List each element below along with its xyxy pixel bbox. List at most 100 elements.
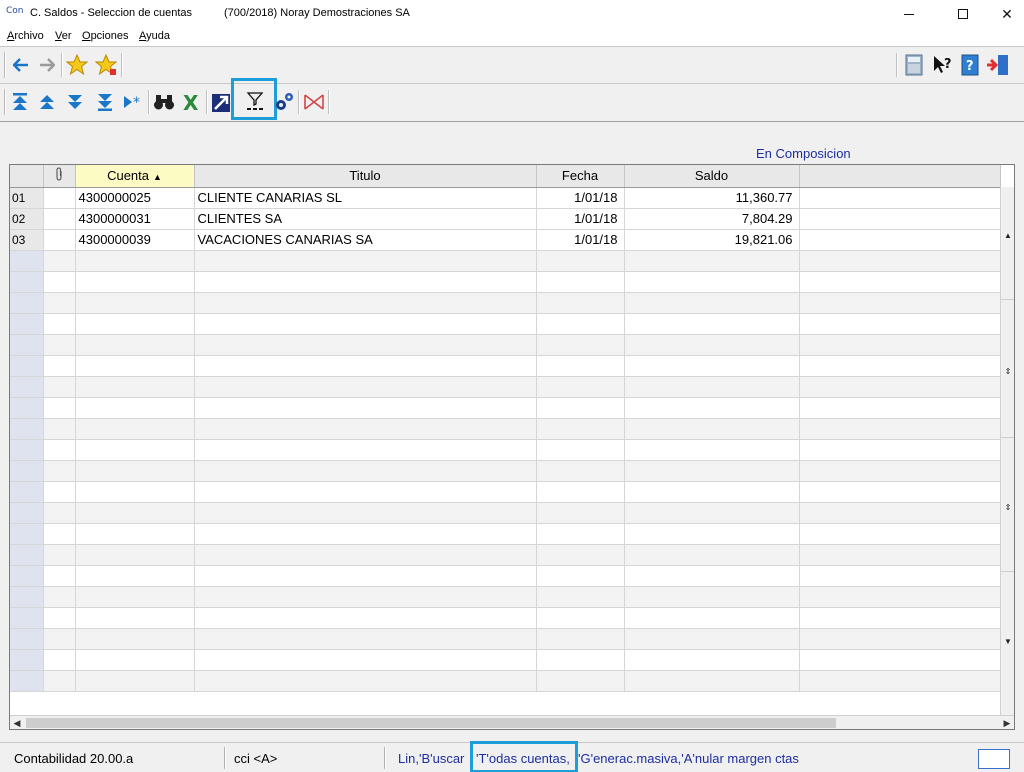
blank-cell[interactable] [799,334,1001,356]
saldo-cell[interactable]: 7,804.29 [624,208,800,230]
blank-cell[interactable] [799,481,1001,503]
blank-cell[interactable] [799,397,1001,419]
table-row[interactable] [10,460,1001,482]
column-header-titulo[interactable]: Titulo [194,165,537,188]
cuenta-cell[interactable]: 4300000031 [75,208,195,230]
table-row[interactable]: 01 4300000025 CLIENTE CANARIAS SL 1/01/18 11… [10,187,1001,209]
blank-cell[interactable] [799,565,1001,587]
blank-cell[interactable] [799,313,1001,335]
titulo-cell[interactable] [194,355,537,377]
row-number-cell[interactable] [10,523,44,545]
fecha-cell[interactable] [536,481,625,503]
excel-export-button[interactable]: X [181,90,205,114]
table-row[interactable] [10,292,1001,314]
fecha-cell[interactable] [536,523,625,545]
attachment-cell[interactable] [43,607,76,629]
row-number-cell[interactable]: 03 [10,229,44,251]
cuenta-cell[interactable] [75,670,195,692]
cuenta-cell[interactable] [75,649,195,671]
titulo-cell[interactable] [194,418,537,440]
attachment-cell[interactable] [43,649,76,671]
table-row[interactable] [10,523,1001,545]
forward-button[interactable] [35,53,59,77]
calculator-button[interactable] [902,53,926,77]
row-number-cell[interactable] [10,670,44,692]
blank-cell[interactable] [799,187,1001,209]
row-number-cell[interactable] [10,586,44,608]
saldo-cell[interactable]: 19,821.06 [624,229,800,251]
titulo-cell[interactable] [194,313,537,335]
menu-ayuda[interactable]: Ayuda [139,30,170,42]
accounts-grid[interactable]: Cuenta ▲ Titulo Fecha Saldo 01 4300000025 C… [9,164,1015,730]
row-number-cell[interactable] [10,334,44,356]
attachment-cell[interactable] [43,544,76,566]
saldo-cell[interactable]: 11,360.77 [624,187,800,209]
cuenta-cell[interactable] [75,586,195,608]
fecha-cell[interactable] [536,670,625,692]
vertical-scrollbar[interactable]: ▲ ⇕ ⇕ ▼ [1000,187,1014,715]
scroll-page-down-icon[interactable]: ⇕ [1001,503,1014,512]
cuenta-cell[interactable] [75,376,195,398]
find-button[interactable] [152,90,176,114]
blank-cell[interactable] [799,271,1001,293]
table-row[interactable] [10,271,1001,293]
attachment-cell[interactable] [43,586,76,608]
table-row[interactable] [10,649,1001,671]
cuenta-cell[interactable] [75,439,195,461]
saldo-cell[interactable] [624,628,800,650]
saldo-cell[interactable] [624,292,800,314]
blank-cell[interactable] [799,208,1001,230]
scroll-down-icon[interactable]: ▼ [1001,637,1014,646]
settings-button[interactable] [272,90,296,114]
minimize-button[interactable] [886,0,932,28]
table-row[interactable] [10,544,1001,566]
attachment-cell[interactable] [43,376,76,398]
attachment-cell[interactable] [43,439,76,461]
blank-cell[interactable] [799,649,1001,671]
help-manual-button[interactable]: ? [958,53,982,77]
table-row[interactable]: 02 4300000031 CLIENTES SA 1/01/18 7,804.29 [10,208,1001,230]
last-record-button[interactable] [93,90,117,114]
context-help-button[interactable]: ? [930,53,954,77]
close-button[interactable]: ✕ [984,0,1024,28]
titulo-cell[interactable] [194,628,537,650]
insert-record-button[interactable]: * [121,90,145,114]
horizontal-scrollbar[interactable]: ◀ ▶ [10,715,1014,729]
blank-cell[interactable] [799,460,1001,482]
fecha-cell[interactable] [536,565,625,587]
titulo-cell[interactable]: CLIENTES SA [194,208,537,230]
row-number-cell[interactable] [10,439,44,461]
fecha-cell[interactable]: 1/01/18 [536,229,625,251]
cuenta-cell[interactable] [75,418,195,440]
row-number-cell[interactable] [10,628,44,650]
row-number-cell[interactable] [10,544,44,566]
attachment-cell[interactable] [43,334,76,356]
attachment-header[interactable] [43,165,76,188]
fecha-cell[interactable] [536,544,625,566]
saldo-cell[interactable] [624,250,800,272]
titulo-cell[interactable] [194,334,537,356]
titulo-cell[interactable] [194,439,537,461]
fecha-cell[interactable] [536,502,625,524]
saldo-cell[interactable] [624,397,800,419]
attachment-cell[interactable] [43,355,76,377]
column-header-cuenta[interactable]: Cuenta ▲ [75,165,195,188]
blank-cell[interactable] [799,523,1001,545]
saldo-cell[interactable] [624,523,800,545]
titulo-cell[interactable]: VACACIONES CANARIAS SA [194,229,537,251]
titulo-cell[interactable] [194,607,537,629]
saldo-cell[interactable] [624,271,800,293]
scroll-page-up-icon[interactable]: ⇕ [1001,367,1014,376]
blank-cell[interactable] [799,250,1001,272]
fecha-cell[interactable] [536,250,625,272]
attachment-cell[interactable] [43,628,76,650]
saldo-cell[interactable] [624,544,800,566]
saldo-cell[interactable] [624,670,800,692]
table-row[interactable] [10,586,1001,608]
titulo-cell[interactable] [194,292,537,314]
table-row[interactable] [10,397,1001,419]
row-number-cell[interactable]: 02 [10,208,44,230]
row-number-cell[interactable] [10,649,44,671]
saldo-cell[interactable] [624,460,800,482]
blank-cell[interactable] [799,355,1001,377]
